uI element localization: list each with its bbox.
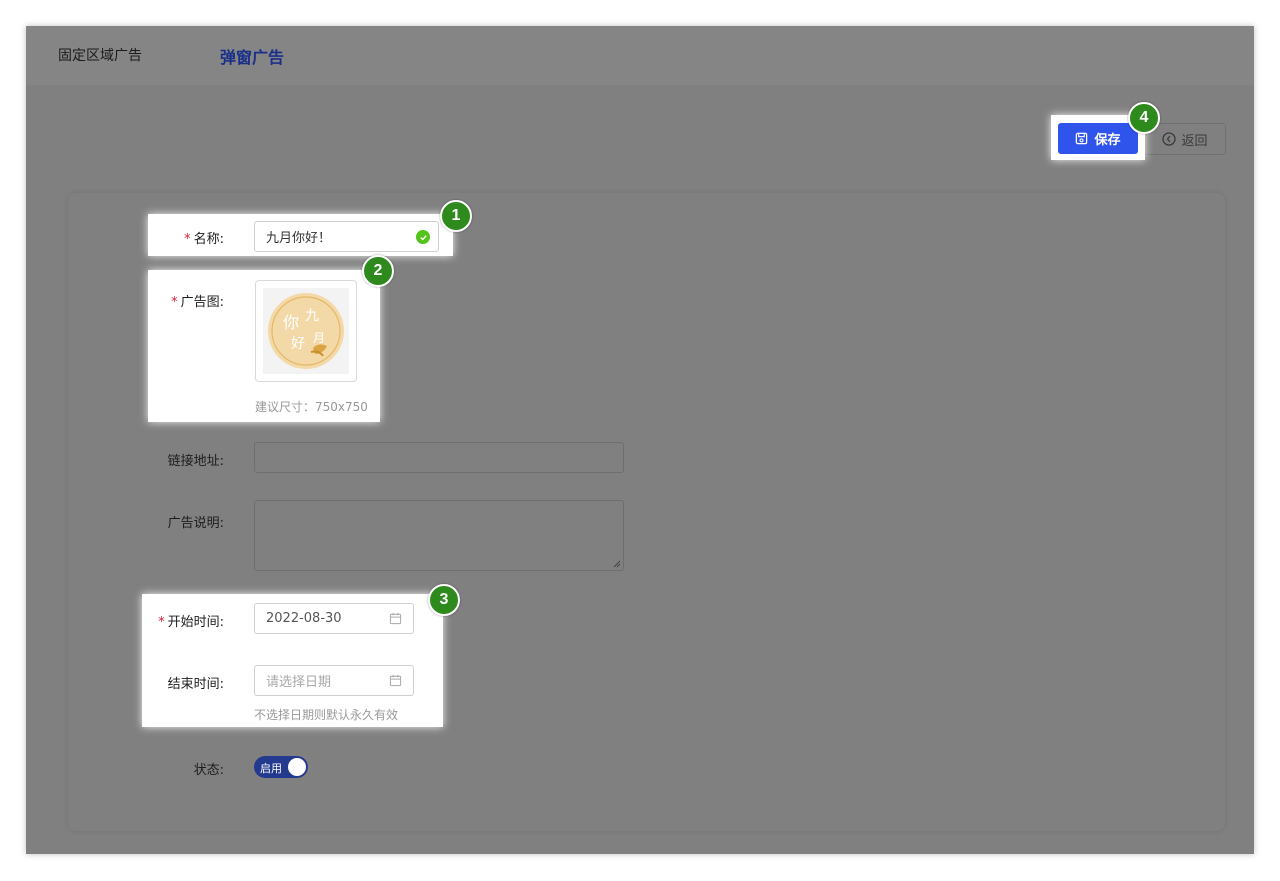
save-icon [1076, 132, 1088, 145]
name-input-value: 九月你好！ [266, 231, 332, 246]
start-date-picker[interactable]: 2022-08-30 [254, 603, 414, 634]
back-button-label: 返回 [1181, 133, 1208, 149]
image-size-hint: 建议尺寸：750x750 [255, 400, 368, 414]
step-badge-3: 3 [428, 584, 460, 616]
svg-text:九: 九 [305, 308, 319, 324]
step-badge-4: 4 [1128, 102, 1160, 134]
link-label: 链接地址: [167, 454, 224, 469]
image-label: * 广告图: [171, 295, 224, 310]
status-label: 状态: [193, 763, 224, 778]
end-date-placeholder: 请选择日期 [266, 675, 332, 690]
required-mark: * [171, 295, 178, 310]
ad-image-thumbnail: 你 九 好 月 [263, 288, 349, 374]
save-button-label: 保存 [1094, 133, 1121, 148]
end-date-picker[interactable]: 请选择日期 [254, 665, 414, 696]
tab-fixed-area-ads[interactable]: 固定区域广告 [58, 45, 142, 65]
toggle-knob [288, 758, 306, 776]
required-mark: * [158, 615, 165, 630]
svg-text:好: 好 [291, 336, 305, 352]
app-window: 固定区域广告 弹窗广告 保存 返回 [26, 26, 1254, 854]
ad-image-upload[interactable]: 你 九 好 月 [255, 280, 357, 382]
end-time-label: 结束时间: [167, 677, 224, 692]
resize-handle-icon[interactable] [613, 560, 621, 568]
status-toggle[interactable]: 启用 [254, 756, 308, 778]
status-toggle-label: 启用 [260, 762, 282, 775]
description-textarea[interactable] [254, 500, 624, 571]
name-label: * 名称: [184, 232, 224, 247]
tab-bar: 固定区域广告 弹窗广告 [26, 26, 1254, 85]
link-input[interactable] [254, 442, 624, 473]
valid-check-icon [416, 230, 430, 244]
step-badge-2: 2 [362, 255, 394, 287]
start-time-label: * 开始时间: [158, 615, 224, 630]
required-mark: * [184, 232, 191, 247]
svg-text:你: 你 [283, 313, 299, 332]
step-badge-1: 1 [440, 200, 472, 232]
end-date-hint: 不选择日期则默认永久有效 [254, 708, 399, 722]
back-circle-icon [1162, 132, 1177, 146]
calendar-icon [389, 612, 402, 625]
svg-text:月: 月 [313, 331, 325, 345]
description-label: 广告说明: [167, 516, 224, 531]
tab-popup-ads[interactable]: 弹窗广告 [220, 44, 284, 68]
name-input[interactable]: 九月你好！ [254, 221, 439, 252]
start-date-value: 2022-08-30 [266, 611, 342, 626]
calendar-icon [389, 674, 402, 687]
save-button[interactable]: 保存 [1058, 123, 1138, 154]
